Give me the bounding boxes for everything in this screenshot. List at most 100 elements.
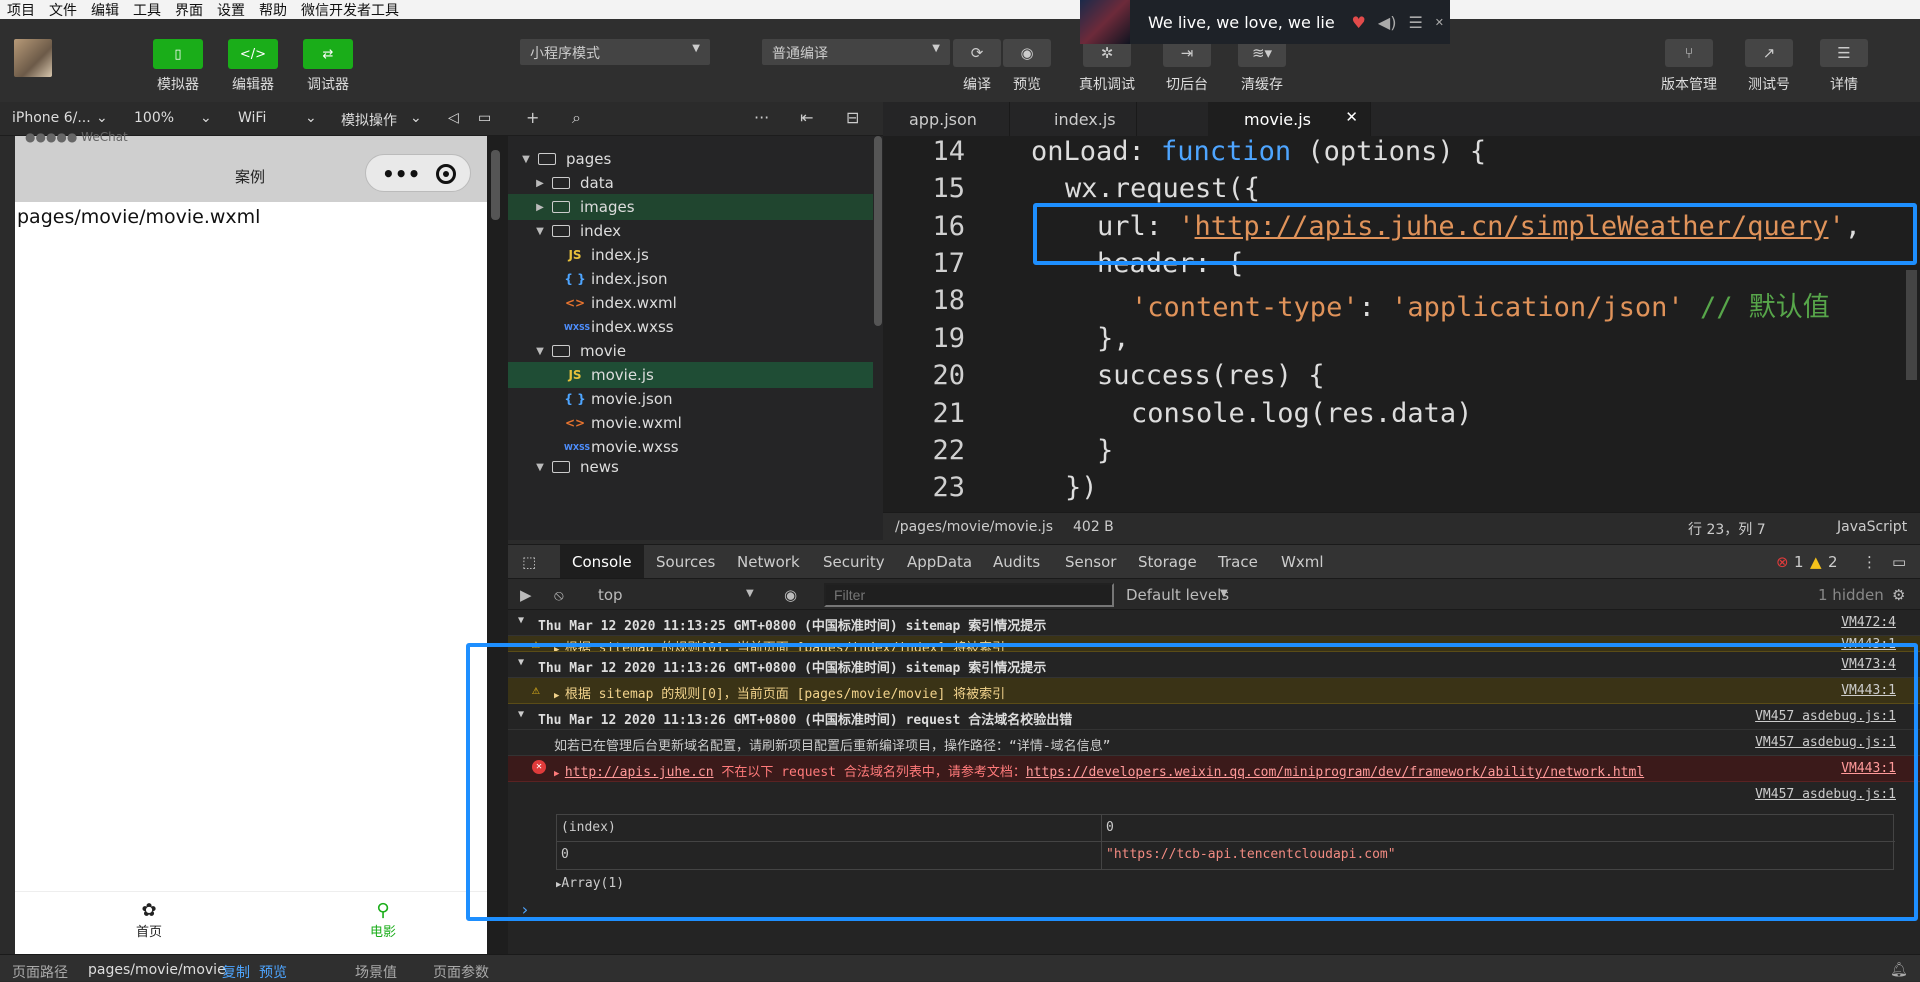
wxss-file-icon: WXSS [564, 442, 591, 452]
tab-index-js[interactable]: index.js [1010, 102, 1137, 136]
menu-view[interactable]: 界面 [168, 0, 210, 20]
menu-wechat-devtools[interactable]: 微信开发者工具 [294, 0, 406, 20]
speaker-icon[interactable]: ◁ [448, 110, 459, 126]
close-capsule-icon[interactable] [436, 164, 456, 184]
language-mode[interactable]: JavaScript [1837, 519, 1907, 535]
menu-edit[interactable]: 编辑 [84, 0, 126, 20]
tab-console[interactable]: Console [560, 545, 644, 579]
version-button[interactable]: ⑂ [1665, 39, 1713, 67]
inspect-icon[interactable]: ⬚ [522, 553, 536, 571]
console-filter-input[interactable] [824, 583, 1114, 607]
menu-icon: ☰ [1837, 44, 1851, 62]
tree-folder-data[interactable]: ▶ data [508, 170, 873, 196]
bell-icon[interactable]: 🔔︎ [1890, 962, 1908, 978]
gear-icon[interactable]: ⚙ [1892, 586, 1905, 604]
tree-folder-pages[interactable]: ▼ pages [508, 146, 873, 172]
compile-mode-select[interactable]: 普通编译 ▼ [762, 39, 950, 65]
simulate-ops-select[interactable]: 模拟操作 [341, 110, 397, 130]
menu-settings[interactable]: 设置 [210, 0, 252, 20]
warning-icon: ▲ [1810, 553, 1822, 571]
more-icon[interactable]: ··· [754, 108, 769, 127]
tree-file-index-wxss[interactable]: WXSS index.wxss [508, 314, 873, 340]
menu-help[interactable]: 帮助 [252, 0, 294, 20]
collapse-icon[interactable]: ⇤ [800, 108, 813, 127]
tab-home[interactable]: ✿ 首页 [119, 900, 179, 940]
playlist-icon[interactable]: ☰ [1408, 13, 1422, 32]
test-account-button[interactable]: ↗ [1745, 39, 1793, 67]
tree-folder-movie[interactable]: ▼ movie [508, 338, 873, 364]
tab-security[interactable]: Security [823, 553, 885, 571]
search-icon[interactable]: ⌕ [572, 108, 581, 128]
mode-select[interactable]: 小程序模式 ▼ [520, 39, 710, 65]
eye-icon[interactable]: ◉ [784, 586, 797, 604]
context-select[interactable]: top [598, 586, 623, 604]
page-params-button[interactable]: 页面参数 [433, 962, 489, 982]
scroll-thumb[interactable] [491, 150, 500, 220]
simulator-button[interactable]: ▯ [153, 39, 203, 69]
source-link[interactable]: VM472:4 [1841, 615, 1896, 630]
collapsed-icon: ▶ [536, 177, 544, 189]
tree-label: index [580, 222, 622, 240]
tab-wxml[interactable]: Wxml [1281, 553, 1324, 571]
scroll-thumb[interactable] [874, 136, 882, 326]
code-editor[interactable]: 14 onLoad: function (options) { 15 wx.requ… [883, 136, 1920, 512]
tab-sources[interactable]: Sources [656, 553, 715, 571]
tree-file-movie-wxml[interactable]: <> movie.wxml [508, 410, 873, 436]
tree-file-index-wxml[interactable]: <> index.wxml [508, 290, 873, 316]
tree-file-movie-json[interactable]: { } movie.json [508, 386, 873, 412]
copy-link[interactable]: 复制 [222, 962, 250, 982]
kebab-menu-icon[interactable]: ⋮ [1862, 553, 1877, 571]
split-icon[interactable]: ⊟ [846, 108, 859, 127]
debugger-button[interactable]: ⇄ [303, 39, 353, 69]
tab-audits[interactable]: Audits [993, 553, 1040, 571]
scene-value-button[interactable]: 场景值 [355, 962, 397, 982]
network-select[interactable]: WiFi [238, 110, 266, 126]
compile-button[interactable]: ⟳ [953, 39, 1001, 67]
code-text: success(res) { [1097, 360, 1325, 391]
volume-icon[interactable]: ◀) [1378, 13, 1397, 32]
tab-movie-js[interactable]: movie.js ✕ [1208, 102, 1371, 136]
tab-storage[interactable]: Storage [1138, 553, 1197, 571]
dock-icon[interactable]: ▭ [1892, 553, 1906, 571]
cursor-position[interactable]: 行 23，列 7 [1688, 519, 1766, 539]
capsule-menu[interactable]: ••• [365, 154, 471, 192]
menu-project[interactable]: 项目 [0, 0, 42, 20]
window-icon[interactable]: ▭ [478, 110, 491, 126]
tab-appdata[interactable]: AppData [907, 553, 972, 571]
tree-file-movie-js[interactable]: JS movie.js [508, 362, 873, 388]
more-icon[interactable]: ••• [382, 162, 420, 186]
log-levels-select[interactable]: Default levels [1126, 586, 1229, 604]
plus-icon[interactable]: + [526, 108, 539, 127]
tab-app-json[interactable]: app.json [883, 102, 1010, 136]
zoom-select[interactable]: 100% [134, 110, 174, 126]
tree-folder-news[interactable]: ▼ news [508, 460, 873, 474]
tree-folder-images[interactable]: ▶ images [508, 194, 873, 220]
tree-file-index-json[interactable]: { } index.json [508, 266, 873, 292]
tree-file-index-js[interactable]: JS index.js [508, 242, 873, 268]
console-group[interactable]: ▼ Thu Mar 12 2020 11:13:25 GMT+0800 (中国标… [508, 610, 1920, 636]
tree-file-movie-wxss[interactable]: WXSS movie.wxss [508, 434, 873, 460]
file-tree-scrollbar[interactable] [873, 136, 883, 540]
preview-link[interactable]: 预览 [259, 962, 287, 982]
avatar[interactable] [14, 39, 52, 77]
sidebar-toggle-icon[interactable]: ▶ [520, 586, 532, 604]
warning-count[interactable]: 2 [1828, 553, 1838, 571]
main-toolbar: ▯ 模拟器 </> 编辑器 ⇄ 调试器 小程序模式 ▼ 普通编译 ▼ ⟳ 编译 ◉ … [0, 19, 1920, 102]
tab-sensor[interactable]: Sensor [1065, 553, 1116, 571]
details-button[interactable]: ☰ [1820, 39, 1868, 67]
menu-tools[interactable]: 工具 [126, 0, 168, 20]
tab-trace[interactable]: Trace [1218, 553, 1258, 571]
clear-console-icon[interactable]: ⦸ [554, 586, 564, 604]
preview-button[interactable]: ◉ [1003, 39, 1051, 67]
editor-scrollbar[interactable] [1906, 270, 1917, 380]
error-count[interactable]: 1 [1794, 553, 1804, 571]
close-icon[interactable]: ✕ [1435, 16, 1444, 29]
menu-file[interactable]: 文件 [42, 0, 84, 20]
close-icon[interactable]: ✕ [1345, 108, 1358, 126]
tab-movie[interactable]: ⚲ 电影 [353, 900, 413, 940]
tab-network[interactable]: Network [737, 553, 800, 571]
heart-icon[interactable]: ♥ [1352, 13, 1366, 32]
tree-folder-index[interactable]: ▼ index [508, 218, 873, 244]
editor-button[interactable]: </> [228, 39, 278, 69]
device-model-select[interactable]: iPhone 6/... [12, 110, 91, 126]
